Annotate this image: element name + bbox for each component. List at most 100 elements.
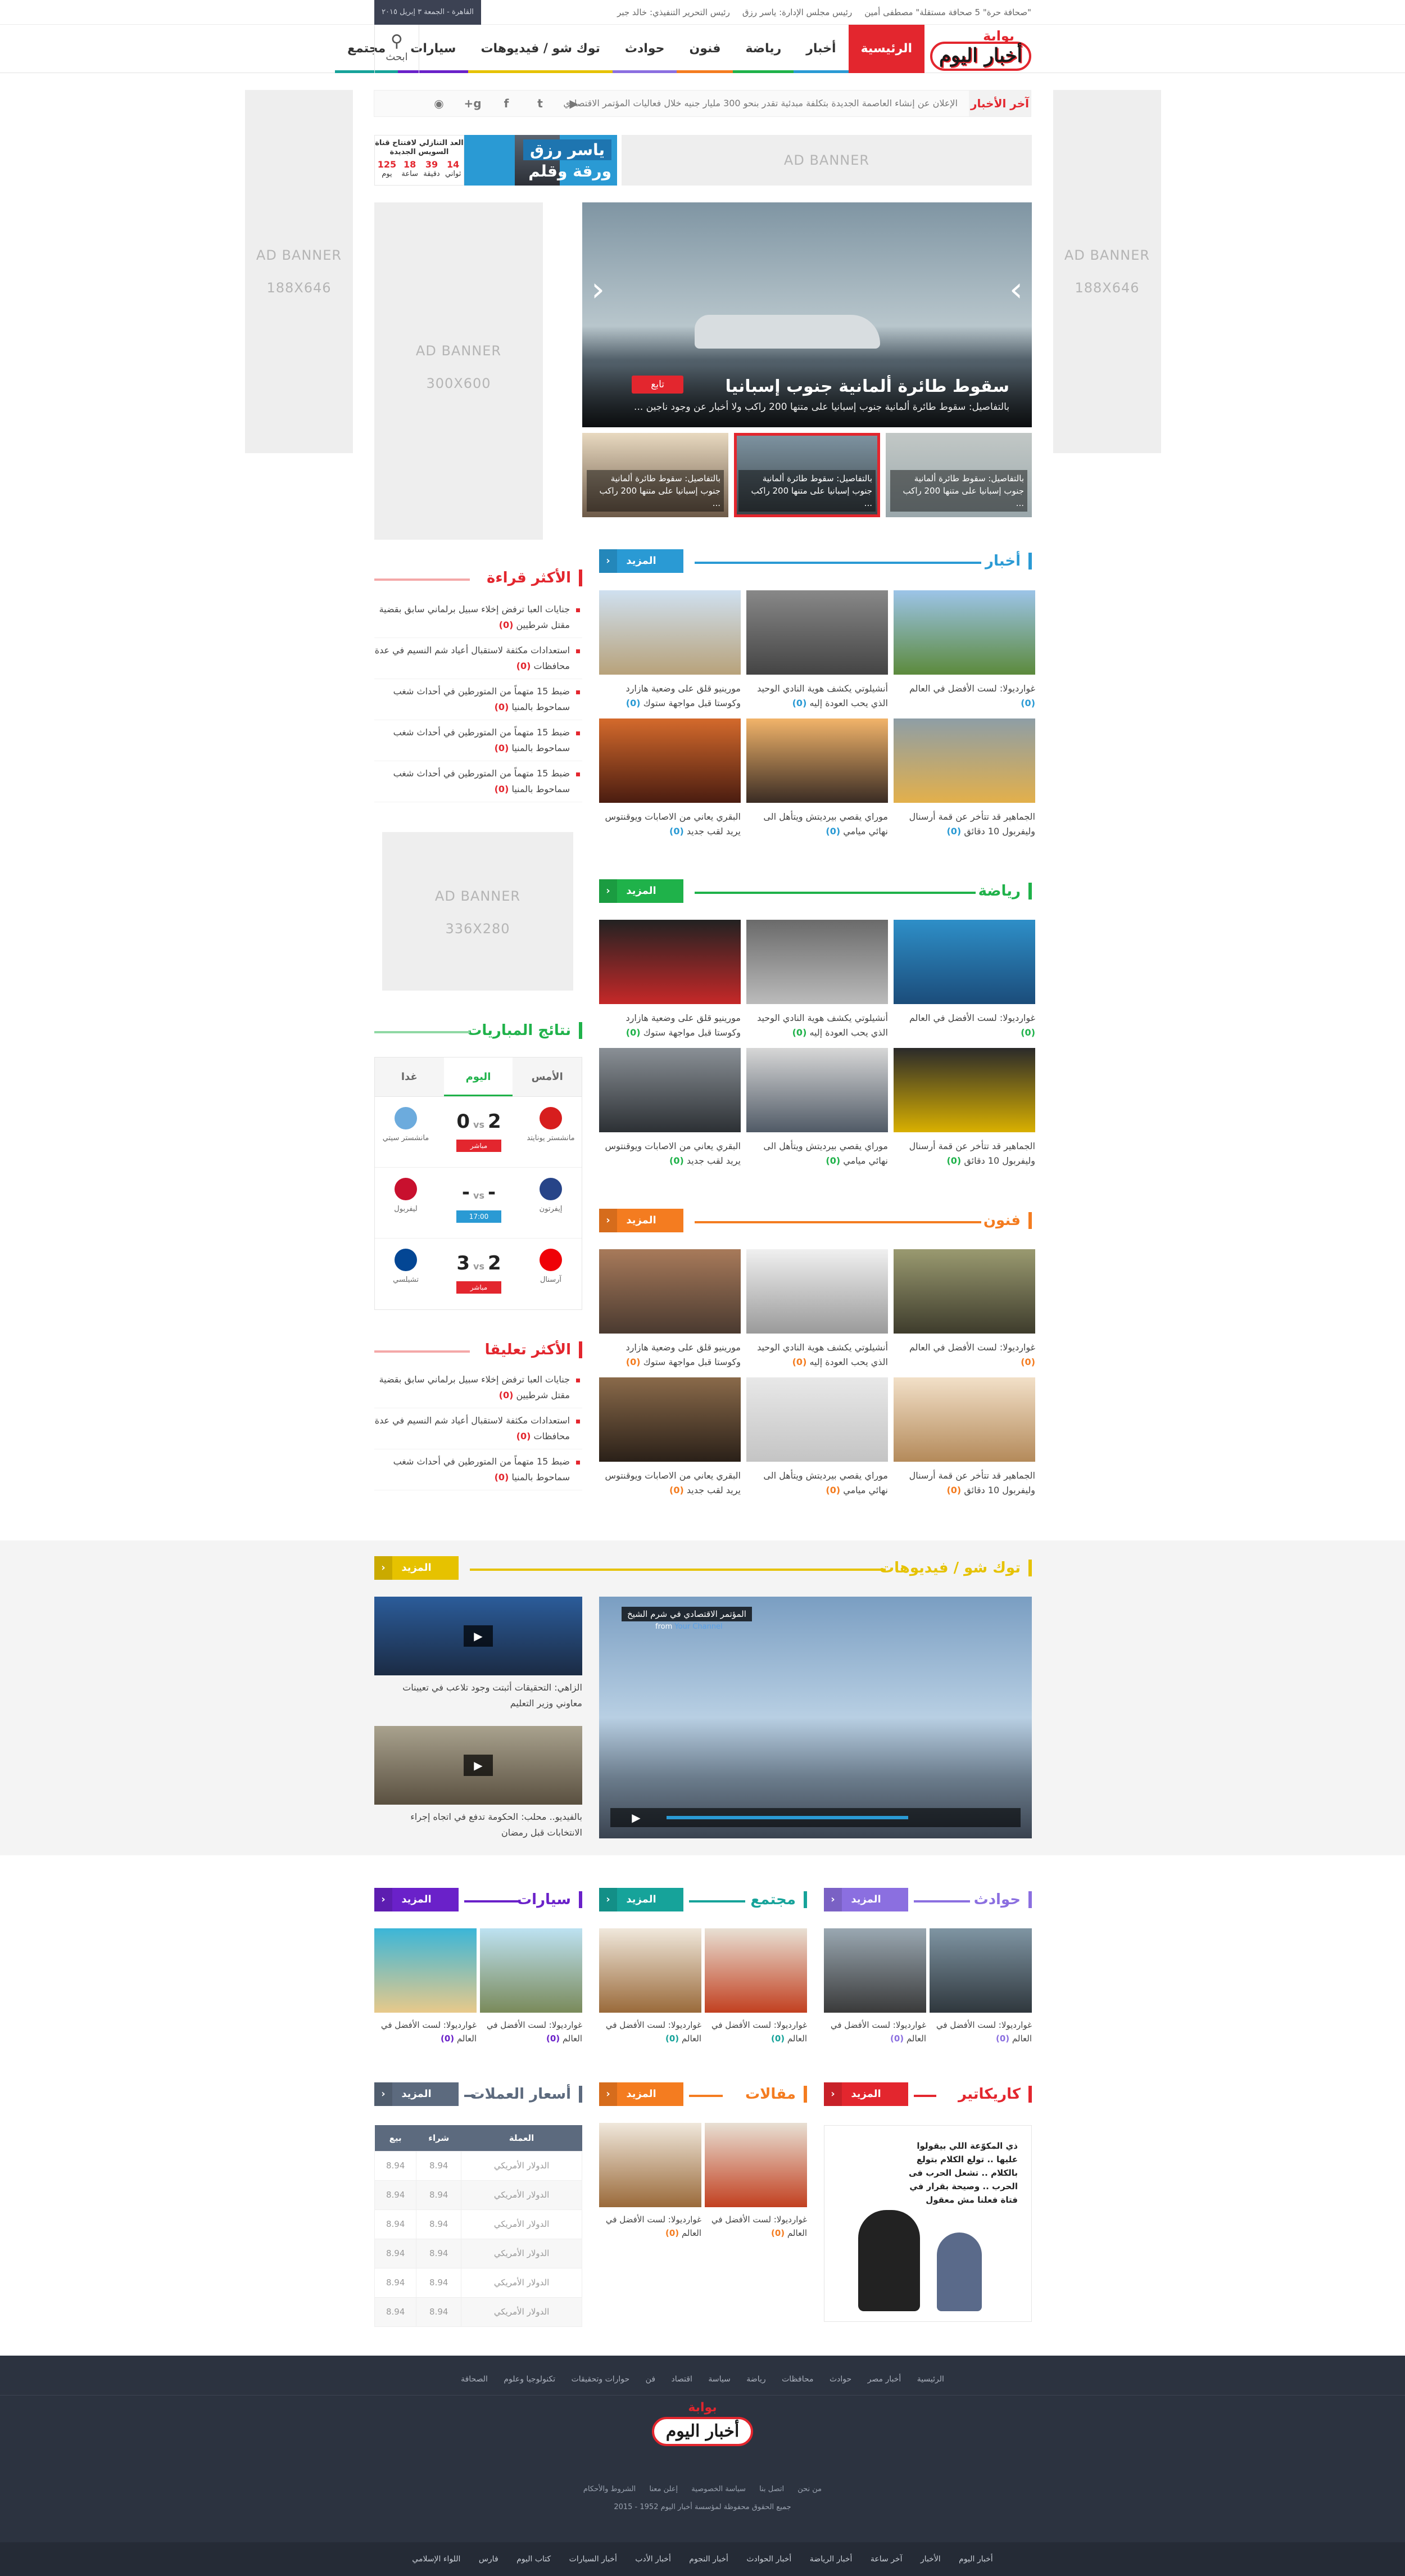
news-card[interactable]: أنشيلوتي يكشف هوية النادي الوحيد الذي يح… [746, 590, 888, 713]
list-item[interactable]: استعدادات مكثفة لاستقبال أعياد شم النسيم… [374, 1408, 582, 1449]
list-item[interactable]: استعدادات مكثفة لاستقبال أعياد شم النسيم… [374, 638, 582, 679]
more-button[interactable]: ‹ المزيد [374, 1888, 459, 1911]
list-item[interactable]: ضبط 15 متهماً من المتورطين في أحداث شغب … [374, 761, 582, 802]
youtube-icon[interactable]: ▶ [565, 95, 582, 112]
partner-link[interactable]: كتاب اليوم [516, 2555, 551, 2564]
nav-item-arts[interactable]: فنون [677, 25, 733, 73]
section-title[interactable]: مقالات [745, 2086, 807, 2103]
partner-link[interactable]: الأخبار [921, 2555, 941, 2564]
partner-link[interactable]: فارس [479, 2555, 498, 2564]
more-button[interactable]: ‹ المزيد [599, 1888, 683, 1911]
google-plus-icon[interactable]: g+ [464, 95, 481, 112]
tall-ad-banner[interactable]: AD BANNER 300X600 [374, 202, 543, 540]
list-item[interactable]: ضبط 15 متهماً من المتورطين في أحداث شغب … [374, 720, 582, 761]
more-button[interactable]: ‹ المزيد [599, 879, 683, 903]
play-icon[interactable]: ▶ [622, 1807, 651, 1828]
news-card[interactable]: البقري يعاني من الاصابات ويوقنتوس يريد ل… [599, 1048, 741, 1171]
side-ad-right[interactable]: AD BANNER 188X646 [1053, 90, 1161, 453]
prev-arrow-icon[interactable]: ‹ [591, 270, 605, 309]
section-title[interactable]: مجتمع [750, 1891, 807, 1908]
video-thumb[interactable]: ▶ [374, 1726, 582, 1805]
list-item[interactable]: جنايات العبا ترفض إخلاء سبيل برلماني ساب… [374, 1367, 582, 1408]
partner-link[interactable]: آخر ساعة [871, 2555, 903, 2564]
partner-link[interactable]: أخبار الأدب [635, 2555, 671, 2564]
match-row[interactable]: إيفرتون -vs- 17:00 ليفربول [375, 1168, 582, 1239]
more-button[interactable]: ‹ المزيد [599, 2082, 683, 2106]
news-card[interactable]: غوارديولا: لست الأفضل في العالم (0) [930, 1928, 1032, 2045]
section-title[interactable]: رياضة [978, 883, 1032, 900]
side-ad-left[interactable]: AD BANNER 188X646 [245, 90, 353, 453]
facebook-icon[interactable]: f [498, 95, 515, 112]
top-link[interactable]: "صحافة حرة" 5 صحافة مستقلة" مصطفى أمين [864, 0, 1031, 25]
list-item[interactable]: ضبط 15 متهماً من المتورطين في أحداث شغب … [374, 679, 582, 720]
news-card[interactable]: موراي يقصي بيرديتش ويتأهل الى نهائي ميام… [746, 1048, 888, 1171]
footer-logo[interactable]: بوابة أخبار اليوم [652, 2401, 753, 2452]
slide-title[interactable]: سقوط طائرة ألمانية جنوب إسبانيا [725, 377, 1009, 396]
footer-link[interactable]: تكنولوجيا وعلوم [504, 2375, 555, 2384]
twitter-icon[interactable]: t [532, 95, 549, 112]
main-video-player[interactable]: المؤتمر الاقتصادي في شرم الشيخ from Your… [599, 1597, 1032, 1838]
more-button[interactable]: ‹ المزيد [824, 1888, 908, 1911]
top-link[interactable]: رئيس مجلس الإدارة: ياسر رزق [742, 0, 852, 25]
news-card[interactable]: مورينيو قلق على وضعية هازارد وكوستا قبل … [599, 1249, 741, 1372]
nav-item-videos[interactable]: توك شو / فيديوهات [468, 25, 613, 73]
partner-link[interactable]: أخبار اليوم [959, 2555, 993, 2564]
video-caption[interactable]: بالفيديو.. محلب: الحكومة تدفع في اتجاه إ… [374, 1809, 582, 1841]
play-icon[interactable]: ▶ [464, 1755, 493, 1776]
footer-link[interactable]: الرئيسية [917, 2375, 944, 2384]
video-progress-bar[interactable] [667, 1816, 908, 1819]
slider-thumb[interactable]: بالتفاصيل: سقوط طائرة ألمانية جنوب إسبان… [582, 433, 728, 517]
tab-tomorrow[interactable]: غدا [374, 1057, 444, 1096]
footer-link[interactable]: فن [646, 2375, 655, 2384]
section-title[interactable]: كاريكاتير [958, 2086, 1032, 2103]
footer-link[interactable]: حوارات وتحقيقات [572, 2375, 630, 2384]
news-card[interactable]: الجماهير قد تتأخر عن قمة أرسنال وليفربول… [894, 1048, 1035, 1171]
square-ad-banner[interactable]: AD BANNER 336X280 [382, 832, 573, 991]
nav-item-news[interactable]: أخبار [794, 25, 849, 73]
partner-link[interactable]: أخبار الحوادث [746, 2555, 791, 2564]
columnist-banner[interactable]: ياسر رزق ورقة وقلم [464, 135, 617, 186]
search-button[interactable]: ⚲ ابحث [374, 25, 419, 73]
tab-today[interactable]: اليوم [443, 1057, 513, 1096]
news-card[interactable]: الجماهير قد تتأخر عن قمة أرسنال وليفربول… [894, 718, 1035, 841]
news-card[interactable]: الجماهير قد تتأخر عن قمة أرسنال وليفربول… [894, 1377, 1035, 1500]
footer-link[interactable]: حوادث [830, 2375, 851, 2384]
nav-item-accidents[interactable]: حوادث [612, 25, 677, 73]
match-row[interactable]: آرسنال 3 vs 2 مباشر تشيلسي [375, 1239, 582, 1309]
site-logo[interactable]: بوابة أخبار اليوم [930, 28, 1031, 71]
more-button[interactable]: ‹ المزيد [824, 2082, 908, 2106]
list-item[interactable]: ضبط 15 متهماً من المتورطين في أحداث شغب … [374, 1449, 582, 1490]
video-thumb[interactable]: ▶ [374, 1597, 582, 1675]
news-card[interactable]: غوارديولا: لست الأفضل في العالم (0) [599, 2123, 701, 2240]
news-card[interactable]: غوارديولا: لست الأفضل في العالم (0) [374, 1928, 477, 2045]
news-card[interactable]: البقري يعاني من الاصابات ويوقنتوس يريد ل… [599, 1377, 741, 1500]
footer-sub-link[interactable]: الشروط والأحكام [583, 2485, 636, 2493]
footer-link[interactable]: أخبار مصر [868, 2375, 901, 2384]
news-card[interactable]: غوارديولا: لست الأفضل في العالم (0) [480, 1928, 582, 2045]
footer-sub-link[interactable]: سياسة الخصوصية [691, 2485, 746, 2493]
tab-yesterday[interactable]: الأمس [513, 1057, 582, 1096]
caricature-image[interactable]: ذي المكوّعة اللي بيقولوا عليها .. تولع ا… [824, 2125, 1032, 2322]
nav-item-home[interactable]: الرئيسية [848, 25, 924, 73]
top-ad-banner[interactable]: AD BANNER [622, 135, 1032, 186]
news-card[interactable]: غوارديولا: لست الأفضل في العالم (0) [894, 920, 1035, 1042]
section-title[interactable]: أخبار [985, 553, 1032, 570]
slider-thumb-active[interactable]: بالتفاصيل: سقوط طائرة ألمانية جنوب إسبان… [734, 433, 880, 517]
news-card[interactable]: غوارديولا: لست الأفضل في العالم (0) [705, 1928, 807, 2045]
slider-thumb[interactable]: بالتفاصيل: سقوط طائرة ألمانية جنوب إسبان… [886, 433, 1032, 517]
footer-sub-link[interactable]: من نحن [797, 2485, 822, 2493]
video-title[interactable]: المؤتمر الاقتصادي في شرم الشيخ [622, 1607, 752, 1621]
ticker-text[interactable]: الإعلان عن إنشاء العاصمة الجديدة بتكلفة … [563, 91, 958, 116]
news-card[interactable]: موراي يقصي بيرديتش ويتأهل الى نهائي ميام… [746, 718, 888, 841]
partner-link[interactable]: أخبار الرياضة [810, 2555, 853, 2564]
section-title[interactable]: توك شو / فيديوهات [880, 1560, 1032, 1576]
more-button[interactable]: ‹ المزيد [599, 1209, 683, 1232]
list-item[interactable]: جنايات العبا ترفض إخلاء سبيل برلماني ساب… [374, 597, 582, 638]
nav-item-sports[interactable]: رياضة [733, 25, 794, 73]
play-icon[interactable]: ▶ [464, 1625, 493, 1647]
video-caption[interactable]: الزاهي: التحقيقات أثبتت وجود تلاعب في تع… [374, 1680, 582, 1711]
footer-link[interactable]: محافظات [782, 2375, 813, 2384]
footer-link[interactable]: اقتصاد [671, 2375, 692, 2384]
section-title[interactable]: أسعار العملات [470, 2086, 582, 2103]
news-card[interactable]: موراي يقصي بيرديتش ويتأهل الى نهائي ميام… [746, 1377, 888, 1500]
